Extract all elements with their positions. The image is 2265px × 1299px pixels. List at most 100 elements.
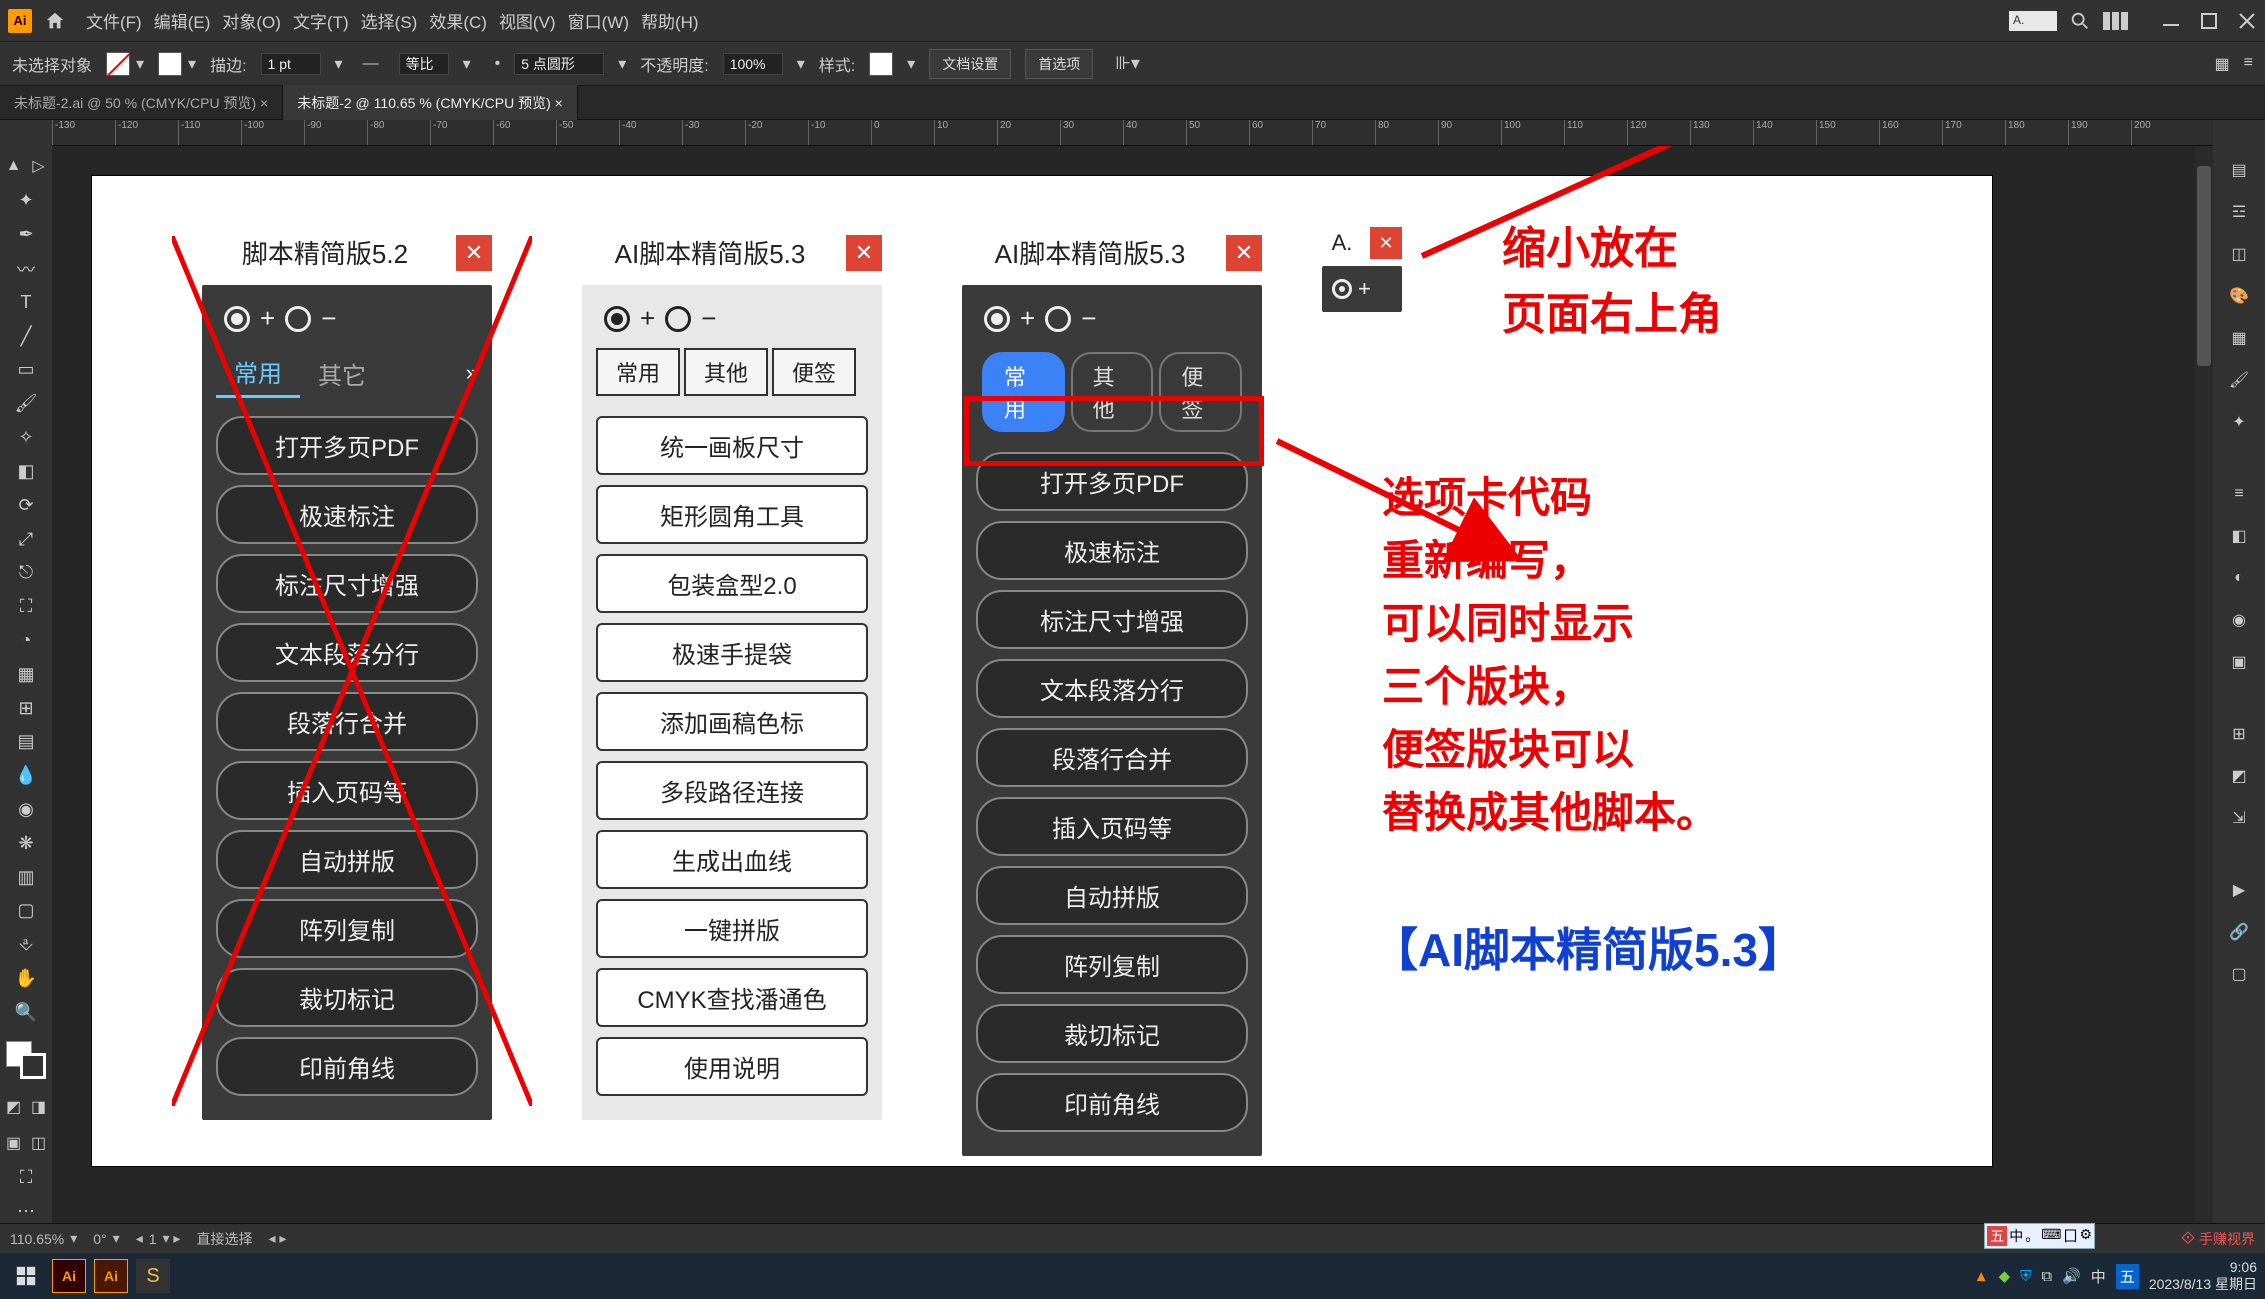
radio-on-icon[interactable] [224,306,250,332]
menu-window[interactable]: 窗口(W) [568,8,629,33]
tray-volume-icon[interactable]: 🔊 [2062,1267,2081,1285]
panel3-btn-2[interactable]: 标注尺寸增强 [976,590,1248,649]
optbar-grid-icon[interactable]: ▦ [2215,54,2230,74]
taskbar-ai-1[interactable]: Ai [52,1259,86,1293]
perspective-tool[interactable]: ▦ [6,659,46,689]
prefs-button[interactable]: 首选项 [1025,49,1093,79]
canvas[interactable]: 脚本精简版5.2 ✕ + − 常用 其它 » 打开 [52,146,2213,1226]
screen-mode-icon[interactable]: ⛶ [6,1163,46,1193]
appearance-panel-icon[interactable]: ◉ [2223,604,2255,636]
ime-punct[interactable]: 。 [2025,1226,2039,1246]
taskbar-app-icon[interactable]: S [136,1259,170,1293]
minimized-script-panel[interactable]: A. [2009,11,2057,31]
panel2-btn-7[interactable]: 一键拼版 [596,899,868,958]
ime-settings-icon[interactable]: ⚙ [2079,1226,2092,1246]
menu-select[interactable]: 选择(S) [361,8,418,33]
blend-tool[interactable]: ◉ [6,795,46,825]
panel2-btn-6[interactable]: 生成出血线 [596,830,868,889]
selection-tool[interactable]: ▲ [1,150,26,182]
curvature-tool[interactable]: 〰 [6,254,46,284]
panel2-btn-5[interactable]: 多段路径连接 [596,761,868,820]
rotation[interactable]: 0° [93,1231,106,1247]
taskbar-clock[interactable]: 9:06 2023/8/13 星期日 [2149,1259,2257,1293]
panel1-btn-8[interactable]: 裁切标记 [216,968,478,1027]
panel2-close-button[interactable]: ✕ [846,235,882,271]
arrange-docs-icon[interactable] [2103,10,2129,32]
panel4-close-button[interactable]: ✕ [1370,227,1402,259]
color-swatches[interactable] [6,1041,46,1078]
panel1-btn-9[interactable]: 印前角线 [216,1037,478,1096]
gradient-tool[interactable]: ▤ [6,727,46,757]
graph-tool[interactable]: ▥ [6,862,46,892]
panel1-btn-3[interactable]: 文本段落分行 [216,623,478,682]
panel3-btn-1[interactable]: 极速标注 [976,521,1248,580]
eyedropper-tool[interactable]: 💧 [6,761,46,791]
width-tool[interactable]: ⎋ [6,558,46,588]
panel2-btn-0[interactable]: 统一画板尺寸 [596,416,868,475]
layers-panel-icon[interactable]: ☲ [2223,196,2255,228]
panel1-btn-1[interactable]: 极速标注 [216,485,478,544]
panel3-tab-0[interactable]: 常用 [982,352,1065,432]
rectangle-tool[interactable]: ▭ [6,355,46,385]
libraries-panel-icon[interactable]: ◫ [2223,238,2255,270]
line-tool[interactable]: ╱ [6,321,46,351]
swatches-panel-icon[interactable]: ▦ [2223,322,2255,354]
artboards-panel-icon[interactable]: ▢ [2223,958,2255,990]
stroke-width-input[interactable] [261,53,321,75]
tray-security-icon[interactable]: ⛨ [2020,1268,2031,1285]
draw-normal-icon[interactable]: ▣ [1,1127,26,1159]
panel3-btn-3[interactable]: 文本段落分行 [976,659,1248,718]
menu-view[interactable]: 视图(V) [499,8,556,33]
gradient-panel-icon[interactable]: ◧ [2223,520,2255,552]
actions-panel-icon[interactable]: ▶ [2223,874,2255,906]
scrollbar-vertical[interactable] [2195,146,2213,1223]
ime-keyboard-icon[interactable]: ⌨ [2041,1226,2061,1246]
tray-network-icon[interactable]: ⧉ [2041,1268,2052,1285]
stroke-swatch[interactable] [158,52,182,76]
panel3-btn-6[interactable]: 自动拼版 [976,866,1248,925]
symbol-sprayer-tool[interactable]: ❋ [6,828,46,858]
stroke-panel-icon[interactable]: ≡ [2223,478,2255,510]
properties-panel-icon[interactable]: ▤ [2223,154,2255,186]
panel1-tab-other[interactable]: 其它 [300,350,384,397]
panel3-btn-4[interactable]: 段落行合并 [976,728,1248,787]
paintbrush-tool[interactable]: 🖌 [6,389,46,419]
panel1-btn-5[interactable]: 插入页码等 [216,761,478,820]
panel3-btn-0[interactable]: 打开多页PDF [976,452,1248,511]
direct-selection-tool[interactable]: ▷ [26,150,51,182]
tray-icon-2[interactable]: ◆ [1999,1267,2011,1285]
panel3-btn-9[interactable]: 印前角线 [976,1073,1248,1132]
scale-tool[interactable]: ⤢ [6,524,46,554]
more-icon[interactable]: » [466,360,478,386]
gradient-mode-icon[interactable]: ◨ [26,1091,51,1123]
tray-ime-wubi[interactable]: 五 [2116,1264,2139,1289]
rotate-tool[interactable]: ⟳ [6,490,46,520]
ime-mode[interactable]: 五 [1987,1226,2007,1246]
magic-wand-tool[interactable]: ✦ [6,186,46,216]
ime-lang[interactable]: 中 [2009,1226,2023,1246]
radio-on-icon[interactable] [984,306,1010,332]
panel2-btn-3[interactable]: 极速手提袋 [596,623,868,682]
menu-effect[interactable]: 效果(C) [429,8,487,33]
panel3-btn-7[interactable]: 阵列复制 [976,935,1248,994]
brushes-panel-icon[interactable]: 🖌 [2223,364,2255,396]
radio-off-icon[interactable] [1045,306,1071,332]
optbar-menu-icon[interactable]: ≡ [2244,54,2253,74]
pen-tool[interactable]: ✒ [6,220,46,250]
doc-tab-2[interactable]: 未标题-2 @ 110.65 % (CMYK/CPU 预览) × [283,85,578,121]
ime-soft[interactable]: 囗 [2063,1226,2077,1246]
menu-file[interactable]: 文件(F) [86,8,142,33]
align-panel-icon[interactable]: ⊞ [2223,718,2255,750]
tray-icon-1[interactable]: ▲ [1974,1268,1989,1285]
radio-on-icon[interactable] [604,306,630,332]
maximize-icon[interactable] [2199,11,2219,31]
menu-object[interactable]: 对象(O) [222,8,281,33]
align-icon[interactable]: ⊪▾ [1115,53,1140,74]
zoom-level[interactable]: 110.65% [10,1231,64,1247]
symbols-panel-icon[interactable]: ✦ [2223,406,2255,438]
artboard-tool[interactable]: ▢ [6,896,46,926]
panel3-tab-2[interactable]: 便签 [1159,352,1242,432]
menu-help[interactable]: 帮助(H) [641,8,699,33]
tray-ime-zh[interactable]: 中 [2091,1266,2106,1287]
panel3-btn-8[interactable]: 裁切标记 [976,1004,1248,1063]
